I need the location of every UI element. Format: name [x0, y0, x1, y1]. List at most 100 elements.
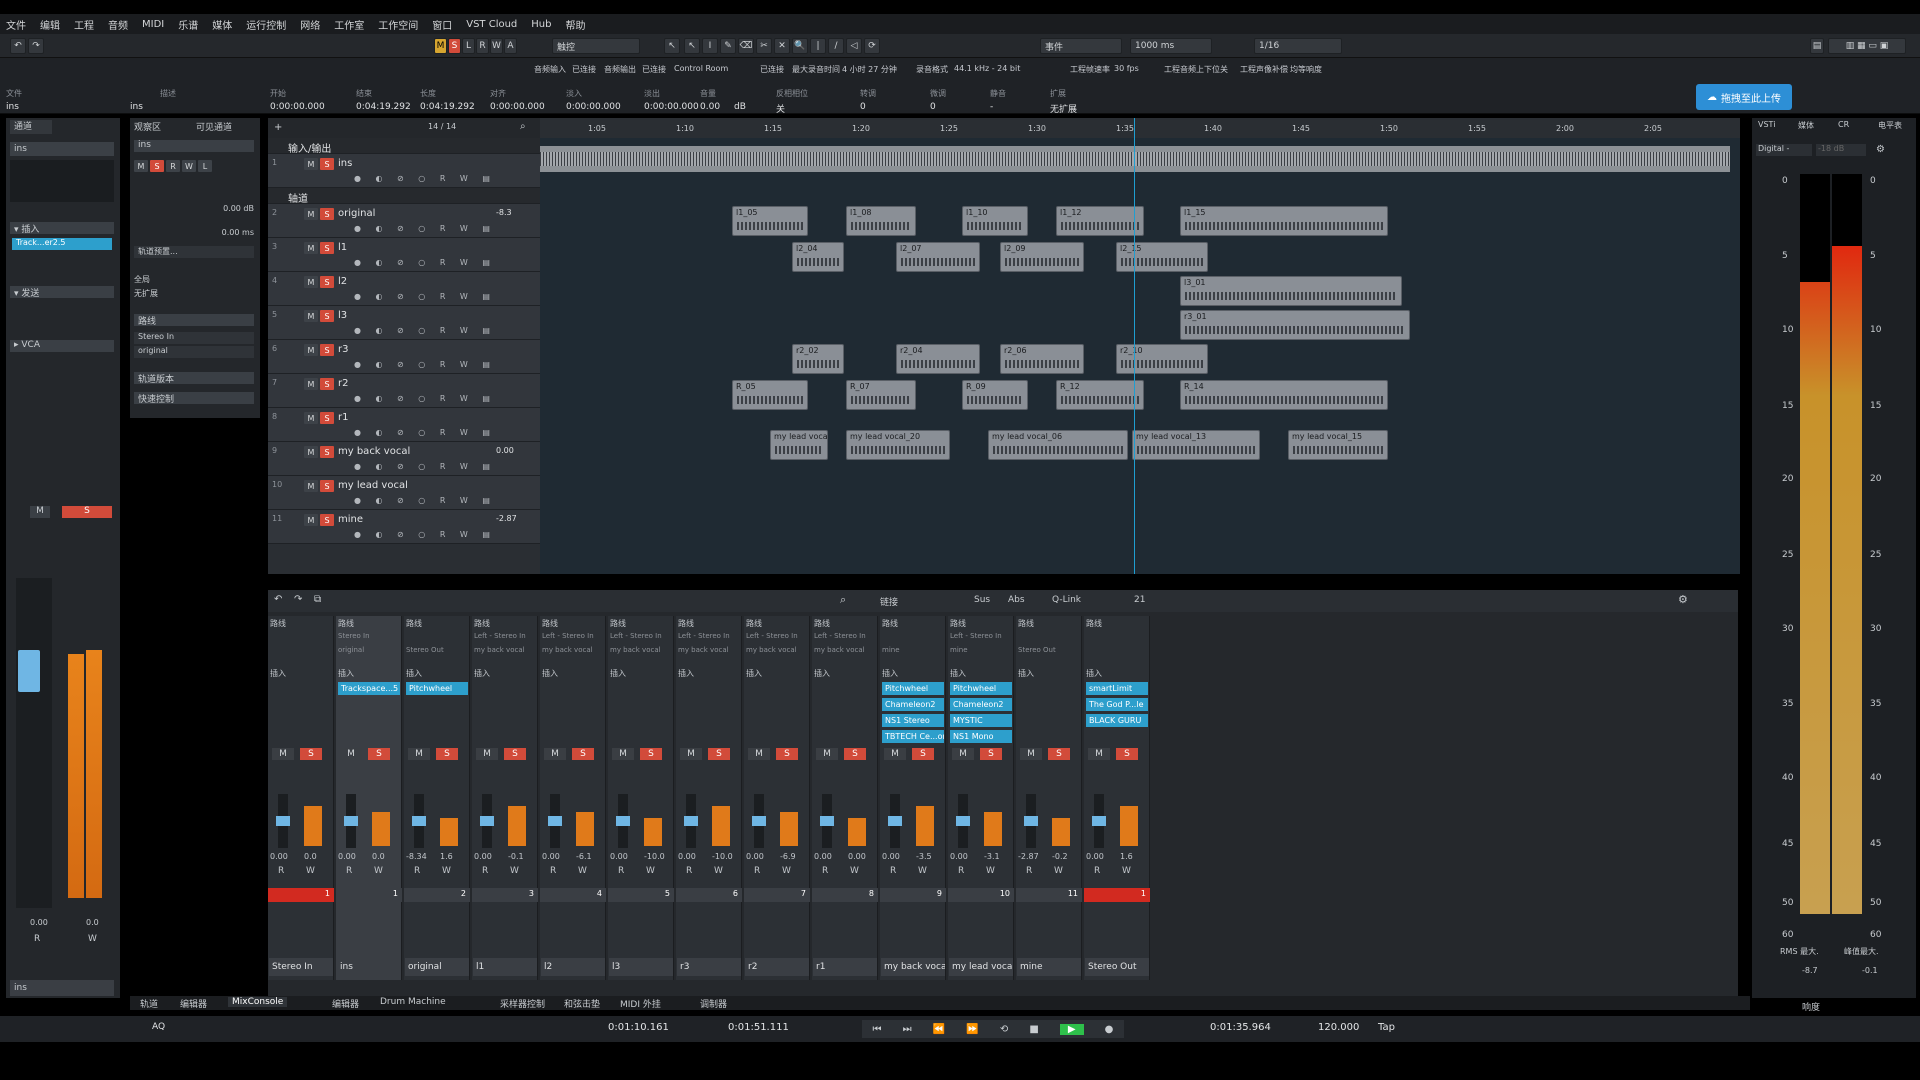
vis-preset-select[interactable]: 轨道预置...: [134, 246, 254, 258]
read-button[interactable]: R: [958, 866, 964, 876]
inspector-read-button[interactable]: R: [34, 934, 40, 944]
solo-button[interactable]: S: [368, 748, 390, 760]
track-controls[interactable]: ● ◐ ⊘ ○ R W ▤: [354, 224, 496, 233]
mixer-tool-icon[interactable]: ⧉: [314, 594, 321, 605]
record-icon[interactable]: ●: [1105, 1024, 1114, 1035]
bottom-tab[interactable]: MixConsole: [228, 997, 288, 1007]
channel-volume[interactable]: 0.00: [678, 852, 696, 861]
solo-button[interactable]: S: [320, 242, 334, 254]
insert-plugin[interactable]: Trackspace...5: [338, 682, 400, 695]
grid-select[interactable]: 1/16: [1254, 38, 1342, 54]
insert-plugin[interactable]: Pitchwheel: [882, 682, 944, 695]
audio-clip[interactable]: R_07: [846, 380, 916, 410]
info-value[interactable]: 0.00: [700, 102, 720, 112]
info-value[interactable]: 0:00:00.000: [270, 102, 325, 112]
solo-button[interactable]: S: [776, 748, 798, 760]
bottom-tab[interactable]: 编辑器: [180, 997, 207, 1010]
mode-button-a[interactable]: A: [504, 38, 517, 54]
insert-plugin[interactable]: smartLimit: [1086, 682, 1148, 695]
solo-button[interactable]: S: [300, 748, 322, 760]
ins-waveform-clip[interactable]: [540, 146, 1730, 172]
solo-button[interactable]: S: [320, 158, 334, 170]
mute-button[interactable]: M: [304, 276, 318, 288]
channel-name[interactable]: my back vocal: [881, 958, 945, 976]
mute-button[interactable]: M: [304, 480, 318, 492]
vca-section[interactable]: ▸ VCA: [10, 340, 114, 352]
mute-button[interactable]: M: [304, 514, 318, 526]
channel-name[interactable]: r1: [813, 958, 877, 976]
track-row[interactable]: 11 M Smine -2.87 ● ◐ ⊘ ○ R W ▤: [268, 510, 540, 544]
fader-handle[interactable]: [276, 816, 290, 826]
vis-input-routing[interactable]: Stereo In: [134, 332, 254, 344]
audio-clip[interactable]: R_14: [1180, 380, 1388, 410]
menu-item[interactable]: 窗口: [432, 17, 452, 32]
info-value[interactable]: 无扩展: [1050, 102, 1077, 115]
insert-plugin[interactable]: BLACK GURU: [1086, 714, 1148, 727]
auto-quantize-button[interactable]: AQ: [152, 1022, 165, 1032]
channel-pan[interactable]: 0.0: [372, 852, 385, 861]
track-controls[interactable]: ● ◐ ⊘ ○ R W ▤: [354, 428, 496, 437]
mute-button[interactable]: M: [952, 748, 974, 760]
track-volume[interactable]: -8.3: [496, 208, 512, 217]
mute-button[interactable]: M: [612, 748, 634, 760]
menu-item[interactable]: 文件: [6, 17, 26, 32]
mute-button[interactable]: M: [304, 208, 318, 220]
right-locator[interactable]: 0:01:51.111: [728, 1022, 789, 1033]
info-value[interactable]: -: [990, 102, 993, 112]
info-value[interactable]: 0:00:00.000: [566, 102, 621, 112]
channel-volume[interactable]: 0.00: [270, 852, 288, 861]
audio-clip[interactable]: my lead vocal_06: [988, 430, 1128, 460]
tool-button[interactable]: ◁: [846, 38, 862, 54]
input-routing[interactable]: Left - Stereo In: [950, 632, 1002, 640]
tempo-display[interactable]: 120.000: [1318, 1022, 1359, 1033]
audio-clip[interactable]: r2_04: [896, 344, 980, 374]
menu-item[interactable]: VST Cloud: [466, 19, 517, 30]
pointer-tool-icon[interactable]: ↖: [664, 38, 680, 54]
channel-name[interactable]: my lead vocal: [949, 958, 1013, 976]
write-button[interactable]: W: [986, 866, 995, 876]
track-row[interactable]: 8 M Sr1 ● ◐ ⊘ ○ R W ▤: [268, 408, 540, 442]
insert-plugin[interactable]: NS1 Stereo: [882, 714, 944, 727]
audio-clip[interactable]: l1_15: [1180, 206, 1388, 236]
audio-clip[interactable]: l1_10: [962, 206, 1028, 236]
write-button[interactable]: W: [782, 866, 791, 876]
write-button[interactable]: W: [646, 866, 655, 876]
solo-button[interactable]: S: [844, 748, 866, 760]
timeline-ruler[interactable]: 1:05 1:10 1:15 1:20 1:25 1:30 1:35 1:40 1:45 1:50…: [540, 118, 1740, 138]
output-routing[interactable]: my back vocal: [814, 646, 865, 654]
mute-button[interactable]: M: [340, 748, 362, 760]
mute-button[interactable]: M: [304, 310, 318, 322]
solo-button[interactable]: S: [640, 748, 662, 760]
channel-volume[interactable]: 0.00: [338, 852, 356, 861]
output-routing[interactable]: my back vocal: [678, 646, 729, 654]
channel-name[interactable]: original: [405, 958, 469, 976]
track-controls[interactable]: ● ◐ ⊘ ○ R W ▤: [354, 462, 496, 471]
fader-handle[interactable]: [956, 816, 970, 826]
tap-tempo-button[interactable]: Tap: [1378, 1022, 1395, 1033]
mode-button-r[interactable]: R: [476, 38, 489, 54]
audio-clip[interactable]: l2_04: [792, 242, 844, 272]
left-locator[interactable]: 0:01:10.161: [608, 1022, 669, 1033]
cycle-icon[interactable]: ⟲: [1000, 1024, 1008, 1035]
audio-clip[interactable]: r2_02: [792, 344, 844, 374]
insert-section[interactable]: ▾ 插入: [10, 222, 114, 235]
channel-pan[interactable]: 1.6: [440, 852, 453, 861]
output-routing[interactable]: original: [338, 646, 364, 654]
audio-clip[interactable]: my lead vocal_13: [1132, 430, 1260, 460]
mute-button[interactable]: M: [304, 412, 318, 424]
write-button[interactable]: W: [442, 866, 451, 876]
read-button[interactable]: R: [1026, 866, 1032, 876]
info-value[interactable]: 0:04:19.292: [420, 102, 475, 112]
solo-button[interactable]: S: [912, 748, 934, 760]
track-controls[interactable]: ● ◐ ⊘ ○ R W ▤: [354, 530, 496, 539]
mixer-tool-icon[interactable]: ↶: [274, 594, 282, 605]
vis-track-versions[interactable]: 轨道版本: [134, 372, 254, 385]
search-icon[interactable]: ⌕: [520, 121, 526, 132]
fast-forward-icon[interactable]: ⏩: [966, 1024, 978, 1035]
tab-visible-channels[interactable]: 可见通道: [196, 120, 232, 133]
menu-item[interactable]: 乐谱: [178, 17, 198, 32]
channel-volume[interactable]: 0.00: [542, 852, 560, 861]
track-row[interactable]: 6 M Sr3 ● ◐ ⊘ ○ R W ▤: [268, 340, 540, 374]
mute-button[interactable]: M: [408, 748, 430, 760]
output-routing[interactable]: mine: [882, 646, 900, 654]
